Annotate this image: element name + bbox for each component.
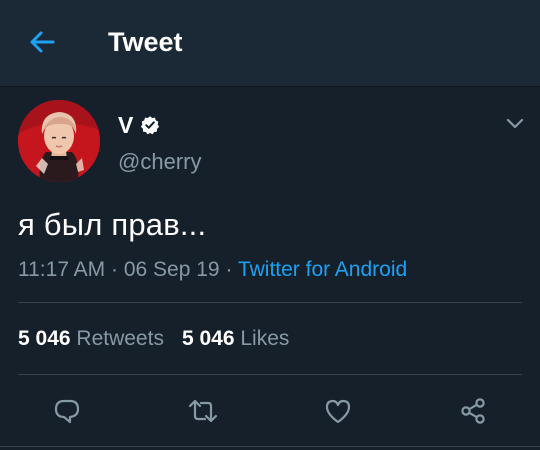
engagement-stats: 5 046 Retweets 5 046 Likes xyxy=(18,325,289,353)
retweets-count: 5 046 xyxy=(18,327,71,350)
page-title: Tweet xyxy=(108,27,183,57)
tweet-time: 11:17 AM xyxy=(18,258,106,281)
likes-label: Likes xyxy=(240,327,290,350)
like-button[interactable] xyxy=(321,394,355,428)
retweet-icon xyxy=(188,399,218,423)
divider xyxy=(18,374,522,375)
likes-stat[interactable]: 5 046 Likes xyxy=(182,327,289,350)
tweet-detail-screen: Tweet V @cherry я был прав... 11:17 AM ·… xyxy=(0,0,540,450)
tweet-date: 06 Sep 19 xyxy=(123,258,220,281)
author-name-row[interactable]: V xyxy=(118,112,160,138)
meta-separator: · xyxy=(225,258,233,281)
share-button[interactable] xyxy=(456,394,490,428)
share-icon xyxy=(461,398,485,424)
profile-photo xyxy=(18,100,100,182)
reply-button[interactable] xyxy=(50,394,84,428)
verified-badge-icon xyxy=(140,115,160,135)
divider xyxy=(18,302,522,303)
user-handle[interactable]: @cherry xyxy=(118,148,201,176)
top-bar: Tweet xyxy=(0,0,540,87)
chevron-down-icon xyxy=(506,118,524,129)
retweets-stat[interactable]: 5 046 Retweets xyxy=(18,327,164,350)
tweet-source-link[interactable]: Twitter for Android xyxy=(238,258,407,281)
likes-count: 5 046 xyxy=(181,327,235,350)
display-name: V xyxy=(118,112,134,138)
more-options-button[interactable] xyxy=(504,112,526,134)
tweet-text: я был прав... xyxy=(18,207,207,242)
comment-icon xyxy=(54,399,80,424)
avatar[interactable] xyxy=(18,100,100,182)
meta-separator: · xyxy=(111,258,119,281)
retweets-label: Retweets xyxy=(76,327,164,350)
retweet-button[interactable] xyxy=(186,394,220,428)
back-button[interactable] xyxy=(22,26,62,58)
divider xyxy=(0,446,540,447)
action-bar xyxy=(0,390,540,430)
tweet-metadata: 11:17 AM · 06 Sep 19 · Twitter for Andro… xyxy=(18,256,407,284)
heart-icon xyxy=(325,399,351,424)
arrow-left-icon xyxy=(30,31,55,53)
